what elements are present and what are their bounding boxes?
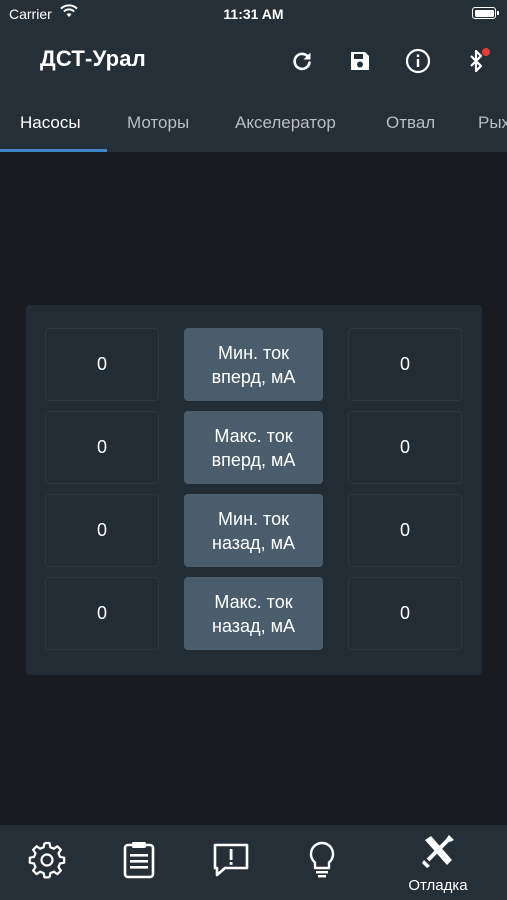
battery-icon [472, 7, 499, 19]
reverse-max-right-input[interactable]: 0 [348, 577, 462, 650]
status-time: 11:31 AM [223, 6, 284, 22]
nav-log[interactable] [113, 825, 165, 900]
reverse-min-left-input[interactable]: 0 [45, 494, 159, 567]
min-current-forward-label[interactable]: Мин. ток вперд, мА [184, 328, 323, 401]
reverse-min-right-input[interactable]: 0 [348, 494, 462, 567]
tab-pumps[interactable]: Насосы [20, 113, 81, 133]
bluetooth-status-badge [482, 48, 490, 56]
pump-settings-panel: 0 Мин. ток вперд, мА 0 0 Макс. ток вперд… [26, 305, 482, 675]
tab-bar: Насосы Моторы Акселератор Отвал Рыхлител… [0, 94, 507, 152]
gear-icon [28, 841, 66, 884]
nav-debug[interactable]: Отладка [397, 825, 479, 900]
reverse-max-left-input[interactable]: 0 [45, 577, 159, 650]
app-bar: ДСТ-Урал [0, 28, 507, 94]
save-icon[interactable] [344, 45, 376, 77]
tab-motors[interactable]: Моторы [127, 113, 189, 133]
nav-errors[interactable] [205, 825, 257, 900]
forward-min-right-input[interactable]: 0 [348, 328, 462, 401]
nav-debug-label: Отладка [408, 876, 468, 894]
max-current-forward-label[interactable]: Макс. ток вперд, мА [184, 411, 323, 484]
nav-tips[interactable] [296, 825, 348, 900]
clipboard-icon [121, 840, 157, 885]
forward-min-left-input[interactable]: 0 [45, 328, 159, 401]
status-bar: Carrier 11:31 AM [0, 0, 507, 28]
tab-ripper[interactable]: Рыхлитель [478, 113, 507, 133]
nav-settings[interactable] [21, 825, 73, 900]
tab-indicator [0, 149, 107, 152]
bluetooth-icon[interactable] [461, 45, 493, 77]
alert-message-icon [211, 841, 251, 884]
app-title: ДСТ-Урал [40, 46, 146, 71]
info-icon[interactable] [402, 45, 434, 77]
forward-max-right-input[interactable]: 0 [348, 411, 462, 484]
min-current-reverse-label[interactable]: Мин. ток назад, мА [184, 494, 323, 567]
forward-max-left-input[interactable]: 0 [45, 411, 159, 484]
lightbulb-icon [307, 840, 337, 885]
tools-icon [419, 832, 457, 875]
refresh-icon[interactable] [286, 45, 318, 77]
bottom-nav: Отладка [0, 825, 507, 900]
tab-accelerator[interactable]: Акселератор [235, 113, 336, 133]
tab-blade[interactable]: Отвал [386, 113, 435, 133]
max-current-reverse-label[interactable]: Макс. ток назад, мА [184, 577, 323, 650]
